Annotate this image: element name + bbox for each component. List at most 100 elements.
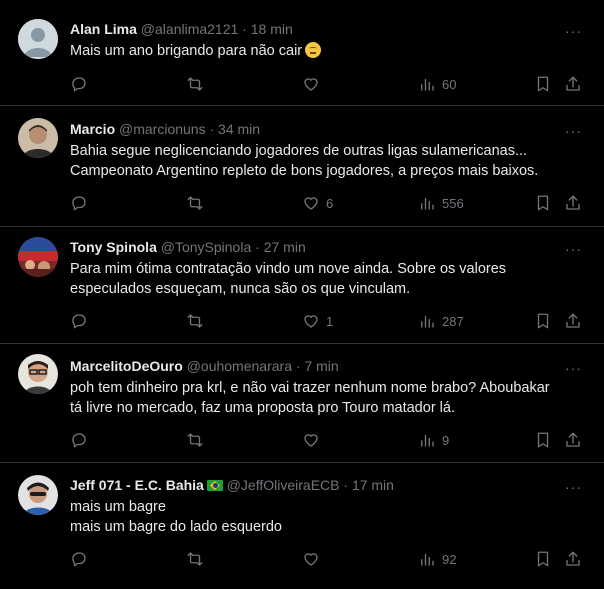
author-name[interactable]: Tony Spinola (70, 239, 157, 255)
like-count: 6 (326, 195, 334, 211)
retweet-button[interactable] (186, 74, 204, 94)
views-button[interactable]: 92 (418, 549, 456, 569)
like-count: 1 (326, 313, 334, 329)
tweet-text-line: Bahia segue neglicenciando jogadores de … (70, 143, 528, 159)
more-options-icon[interactable]: ··· (565, 24, 582, 38)
avatar[interactable] (18, 354, 58, 394)
heart-icon (304, 434, 318, 447)
tweet[interactable]: Tony Spinola @TonySpinola · 27 min ··· P… (0, 227, 604, 344)
user-photo-icon (18, 118, 58, 158)
author-handle[interactable]: @alanlima2121 (141, 21, 239, 37)
user-photo-icon (18, 475, 58, 515)
timestamp[interactable]: 7 min (304, 358, 338, 374)
user-photo-icon (18, 237, 58, 277)
views-chart-icon (421, 553, 434, 566)
retweet-button[interactable] (186, 311, 204, 331)
bookmark-button[interactable] (534, 74, 552, 94)
like-button[interactable] (302, 430, 326, 450)
share-button[interactable] (564, 549, 582, 569)
timestamp[interactable]: 17 min (352, 477, 394, 493)
more-options-icon[interactable]: ··· (565, 480, 582, 494)
heart-icon (304, 553, 318, 566)
tweet-text-line: tá livre no mercado, faz uma proposta pr… (70, 400, 455, 416)
heart-icon (304, 78, 318, 91)
tweet-text-line: mais um bagre do lado esquerdo (70, 519, 282, 535)
tweet[interactable]: MarcelitoDeOuro @ouhomenarara · 7 min ··… (0, 344, 604, 463)
tweet-header: Tony Spinola @TonySpinola · 27 min (70, 238, 306, 256)
views-button[interactable]: 60 (418, 74, 456, 94)
view-count: 556 (442, 195, 464, 211)
heart-icon (304, 315, 318, 328)
view-count: 287 (442, 313, 464, 329)
share-icon (566, 76, 580, 91)
author-handle[interactable]: @JeffOliveiraECB (227, 477, 340, 493)
author-name[interactable]: Marcio (70, 121, 115, 137)
tweet-text-line: mais um bagre (70, 499, 166, 515)
avatar[interactable] (18, 118, 58, 158)
tweet-text-line: Para mim ótima contratação vindo um nove… (70, 261, 507, 277)
separator: · (343, 477, 349, 493)
separator: · (242, 21, 247, 37)
retweet-button[interactable] (186, 430, 204, 450)
action-bar: 92 (70, 549, 590, 569)
like-button[interactable] (302, 549, 326, 569)
views-button[interactable]: 9 (418, 430, 449, 450)
separator: · (209, 121, 215, 137)
timestamp[interactable]: 18 min (251, 21, 293, 37)
reply-button[interactable] (70, 311, 88, 331)
action-bar: 60 (70, 74, 590, 94)
share-button[interactable] (564, 430, 582, 450)
author-name[interactable]: MarcelitoDeOuro (70, 358, 183, 374)
share-button[interactable] (564, 311, 582, 331)
more-options-icon[interactable]: ··· (565, 361, 582, 375)
share-icon (566, 313, 580, 328)
avatar[interactable] (18, 475, 58, 515)
reply-button[interactable] (70, 430, 88, 450)
views-chart-icon (421, 197, 434, 210)
bookmark-button[interactable] (534, 193, 552, 213)
tweet[interactable]: Marcio @marcionuns · 34 min ··· Bahia se… (0, 106, 604, 227)
like-button[interactable]: 1 (302, 311, 333, 331)
reply-icon (72, 314, 86, 329)
timestamp[interactable]: 27 min (264, 239, 306, 255)
views-button[interactable]: 556 (418, 193, 464, 213)
author-handle[interactable]: @ouhomenarara (187, 358, 292, 374)
more-options-icon[interactable]: ··· (565, 242, 582, 256)
share-button[interactable] (564, 193, 582, 213)
relieved-face-icon (305, 42, 322, 58)
user-photo-icon (18, 354, 58, 394)
share-icon (566, 195, 580, 210)
tweet-text: poh tem dinheiro pra krl, e não vai traz… (70, 378, 580, 418)
bookmark-button[interactable] (534, 430, 552, 450)
retweet-button[interactable] (186, 549, 204, 569)
views-button[interactable]: 287 (418, 311, 464, 331)
author-handle[interactable]: @TonySpinola (161, 239, 252, 255)
tweet[interactable]: Alan Lima @alanlima2121 · 18 min ··· Mai… (0, 0, 604, 106)
tweet[interactable]: Jeff 071 - E.C. Bahia @JeffOliveiraECB ·… (0, 463, 604, 589)
author-handle[interactable]: @marcionuns (119, 121, 206, 137)
tweet-header: MarcelitoDeOuro @ouhomenarara · 7 min (70, 357, 339, 375)
bookmark-button[interactable] (534, 311, 552, 331)
view-count: 9 (442, 432, 450, 448)
retweet-button[interactable] (186, 193, 204, 213)
author-name[interactable]: Alan Lima (70, 21, 137, 37)
retweet-icon (187, 552, 203, 566)
bookmark-button[interactable] (534, 549, 552, 569)
reply-button[interactable] (70, 193, 88, 213)
timestamp[interactable]: 34 min (218, 121, 260, 137)
reply-icon (72, 433, 86, 448)
separator: · (255, 239, 260, 255)
like-button[interactable] (302, 74, 326, 94)
author-name[interactable]: Jeff 071 - E.C. Bahia (70, 477, 204, 493)
like-button[interactable]: 6 (302, 193, 333, 213)
reply-button[interactable] (70, 74, 88, 94)
tweet-text-line: especulados esqueçam, nunca são os que v… (70, 281, 411, 297)
more-options-icon[interactable]: ··· (565, 124, 582, 138)
avatar[interactable] (18, 237, 58, 277)
avatar[interactable] (18, 19, 58, 59)
reply-button[interactable] (70, 549, 88, 569)
default-avatar-icon (18, 19, 58, 59)
views-chart-icon (421, 434, 434, 447)
tweet-header: Marcio @marcionuns · 34 min (70, 120, 260, 138)
share-button[interactable] (564, 74, 582, 94)
